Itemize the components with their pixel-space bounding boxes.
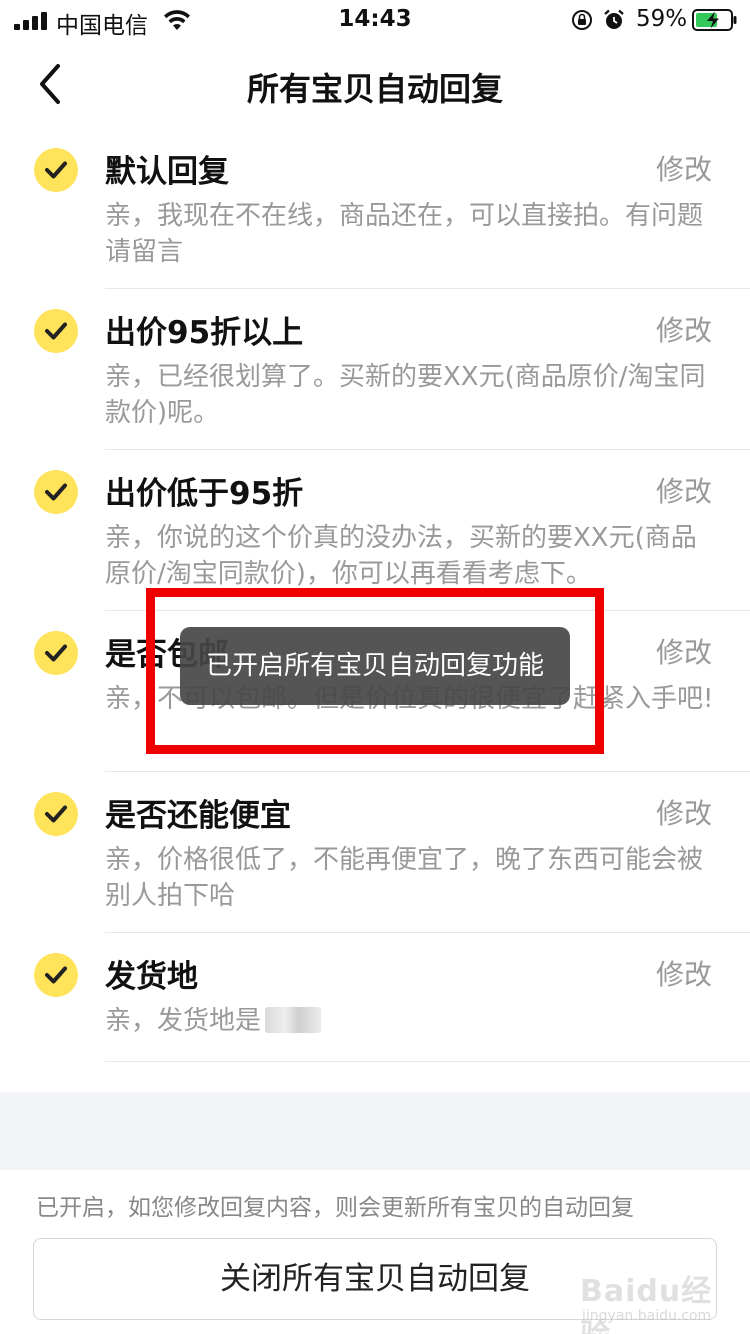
reply-title: 默认回复 xyxy=(105,154,229,190)
rotation-lock-icon xyxy=(572,10,592,30)
checkmark-icon[interactable] xyxy=(34,470,78,514)
battery-charging-icon xyxy=(692,9,737,31)
edit-button[interactable]: 修改 xyxy=(656,631,712,671)
page-title: 所有宝贝自动回复 xyxy=(246,70,503,108)
baidu-paw-icon: Baidu经验 xyxy=(574,1262,742,1334)
reply-title: 发货地 xyxy=(105,959,198,995)
reply-title: 是否还能便宜 xyxy=(105,798,291,834)
status-bar: 中国电信 14:43 59% xyxy=(0,0,750,40)
reply-text: 亲，我现在不在线，商品还在，可以直接拍。有问题请留言 xyxy=(105,201,704,267)
checkmark-icon[interactable] xyxy=(34,309,78,353)
screen: 中国电信 14:43 59% 所有宝贝自动回复 默认回复 修改 亲，我现在不在线… xyxy=(0,0,750,1334)
reply-text: 亲，价格很低了，不能再便宜了，晚了东西可能会被别人拍下哈 xyxy=(105,845,704,911)
reply-title: 出价95折以上 xyxy=(105,315,304,351)
divider xyxy=(105,1061,750,1062)
checkmark-icon[interactable] xyxy=(34,792,78,836)
alarm-icon xyxy=(604,9,624,29)
checkmark-icon[interactable] xyxy=(34,953,78,997)
list-item: 出价95折以上 修改 亲，已经很划算了。买新的要XX元(商品原价/淘宝同款价)呢… xyxy=(0,289,750,450)
reply-text: 亲，发货地是 xyxy=(105,1006,262,1036)
battery-percent: 59% xyxy=(636,6,688,32)
list-item: 默认回复 修改 亲，我现在不在线，商品还在，可以直接拍。有问题请留言 xyxy=(0,128,750,289)
checkmark-icon[interactable] xyxy=(34,631,78,675)
edit-button[interactable]: 修改 xyxy=(656,792,712,832)
redacted-location xyxy=(265,1007,322,1033)
nav-bar: 所有宝贝自动回复 xyxy=(0,44,750,128)
reply-text: 亲，你说的这个价真的没办法，买新的要XX元(商品原价/淘宝同款价)，你可以再看看… xyxy=(105,523,697,589)
watermark-url: jingyan.baidu.com xyxy=(582,1308,712,1324)
reply-title: 出价低于95折 xyxy=(105,476,304,512)
checkmark-icon[interactable] xyxy=(34,148,78,192)
edit-button[interactable]: 修改 xyxy=(656,309,712,349)
watermark: Baidu经验 jingyan.baidu.com xyxy=(574,1262,742,1334)
list-item: 是否还能便宜 修改 亲，价格很低了，不能再便宜了，晚了东西可能会被别人拍下哈 xyxy=(0,772,750,933)
edit-button[interactable]: 修改 xyxy=(656,470,712,510)
list-item: 发货地 修改 亲，发货地是 xyxy=(0,933,750,1062)
edit-button[interactable]: 修改 xyxy=(656,148,712,188)
reply-text: 亲，已经很划算了。买新的要XX元(商品原价/淘宝同款价)呢。 xyxy=(105,362,706,428)
edit-button[interactable]: 修改 xyxy=(656,953,712,993)
section-spacer xyxy=(0,1092,750,1170)
reply-text-wrapper: 亲，发货地是 xyxy=(105,1003,715,1039)
list-item: 出价低于95折 修改 亲，你说的这个价真的没办法，买新的要XX元(商品原价/淘宝… xyxy=(0,450,750,611)
footer-note: 已开启，如您修改回复内容，则会更新所有宝贝的自动回复 xyxy=(36,1195,634,1221)
red-highlight-frame xyxy=(146,588,604,754)
